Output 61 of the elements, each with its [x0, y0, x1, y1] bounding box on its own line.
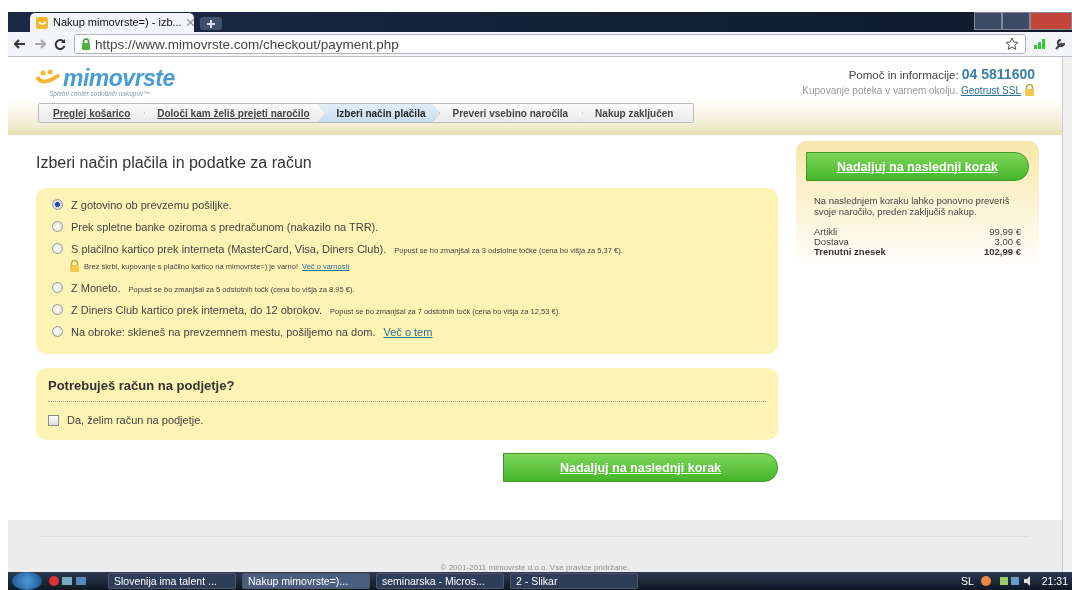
close-button[interactable] — [1030, 12, 1072, 30]
option-label[interactable]: Z gotovino ob prevzemu pošiljke. — [71, 199, 232, 211]
option-label[interactable]: S plačilno kartico prek interneta (MasterCard, Visa, Diners Club). — [71, 243, 387, 255]
star-icon[interactable] — [1005, 37, 1019, 51]
padlock-icon — [69, 260, 80, 272]
taskbar-button[interactable]: Slovenija ima talent ... — [108, 573, 236, 589]
taskbar-button[interactable]: seminarska - Micros... — [376, 573, 504, 589]
taskbar-button[interactable]: 2 - Slikar — [510, 573, 638, 589]
summary-note: Na naslednjem koraku lahko ponovno preveriš svoje naročilo, preden zaključiš nakup. — [814, 195, 1011, 217]
page-heading: Izberi način plačila in podatke za račun — [36, 154, 313, 172]
copyright-text: © 2001-2011 mimovrste d.o.o. Vse pravice pridržane. — [440, 563, 630, 572]
quick-launch-icon[interactable] — [48, 575, 88, 587]
minimize-button[interactable] — [974, 12, 1002, 30]
option-label[interactable]: Prek spletne banke oziroma s predračunom (nakazilo na TRR). — [71, 221, 379, 233]
clock: 21:31 — [1041, 575, 1068, 587]
checkout-step-tab[interactable]: Preglej košarico — [38, 103, 146, 123]
option-label[interactable]: Na obroke: skleneš na prevzemnem mestu, pošiljemo na dom. — [71, 326, 376, 338]
summary-amount: 102,99 € — [984, 247, 1021, 257]
radio-button[interactable] — [52, 304, 63, 315]
more-info-link[interactable]: Več o tem — [383, 326, 433, 338]
option-label[interactable]: Z Moneto. — [71, 282, 121, 294]
checkbox-label[interactable]: Da, želim račun na podjetje. — [67, 414, 204, 426]
summary-label: Trenutni znesek — [814, 247, 886, 257]
summary-amount: 3,00 € — [994, 237, 1021, 247]
taskbar-button[interactable]: Nakup mimovrste=)... — [242, 573, 370, 589]
secure-text: Kupovanje poteka v varnem okolju. — [802, 84, 958, 96]
checkout-step-tab[interactable]: Preveri vsebino naročila — [432, 103, 584, 123]
checkbox[interactable] — [48, 414, 59, 426]
help-label: Pomoč in informacije: — [848, 69, 959, 81]
radio-button[interactable] — [52, 199, 63, 210]
summary-label: Artikli — [814, 227, 838, 237]
close-tab-icon[interactable] — [186, 19, 194, 26]
lock-icon — [81, 38, 91, 50]
signal-icon[interactable] — [1034, 39, 1046, 49]
section-title: Potrebuješ račun na podjetje? — [48, 378, 236, 393]
radio-button[interactable] — [52, 221, 63, 232]
padlock-icon — [1024, 84, 1035, 96]
help-phone: 04 5811600 — [961, 66, 1035, 82]
checkout-step-tab[interactable]: Izberi način plačila — [316, 103, 441, 123]
browser-tab[interactable]: Nakup mimovrste=) - izb... — [30, 13, 194, 32]
radio-button[interactable] — [52, 326, 63, 337]
checkout-step-tab[interactable]: Nakup zaključen — [575, 103, 695, 123]
plus-icon — [207, 19, 215, 28]
start-button[interactable] — [12, 572, 42, 590]
back-icon[interactable] — [14, 39, 26, 49]
summary-label: Dostava — [814, 237, 849, 247]
reload-icon[interactable] — [54, 38, 66, 50]
radio-button[interactable] — [52, 282, 63, 293]
address-bar[interactable]: https://www.mimovrste.com/checkout/payment.php — [74, 34, 1026, 54]
language-indicator[interactable]: SL — [960, 575, 974, 587]
forward-icon[interactable] — [34, 39, 46, 49]
option-label[interactable]: Z Diners Club kartico prek interneta, do 12 obrokov. — [71, 304, 323, 316]
shop-favicon-icon — [36, 16, 48, 29]
summary-amount: 99,99 € — [989, 227, 1021, 237]
wrench-icon[interactable] — [1054, 38, 1066, 50]
checkout-step-tab[interactable]: Določi kam želiš prejeti naročilo — [137, 103, 325, 123]
ssl-link[interactable]: Geotrust SSL — [960, 84, 1021, 96]
smile-logo-icon — [35, 69, 61, 87]
new-tab-button[interactable] — [200, 17, 222, 30]
radio-button[interactable] — [52, 243, 63, 254]
maximize-button[interactable] — [1002, 12, 1030, 30]
